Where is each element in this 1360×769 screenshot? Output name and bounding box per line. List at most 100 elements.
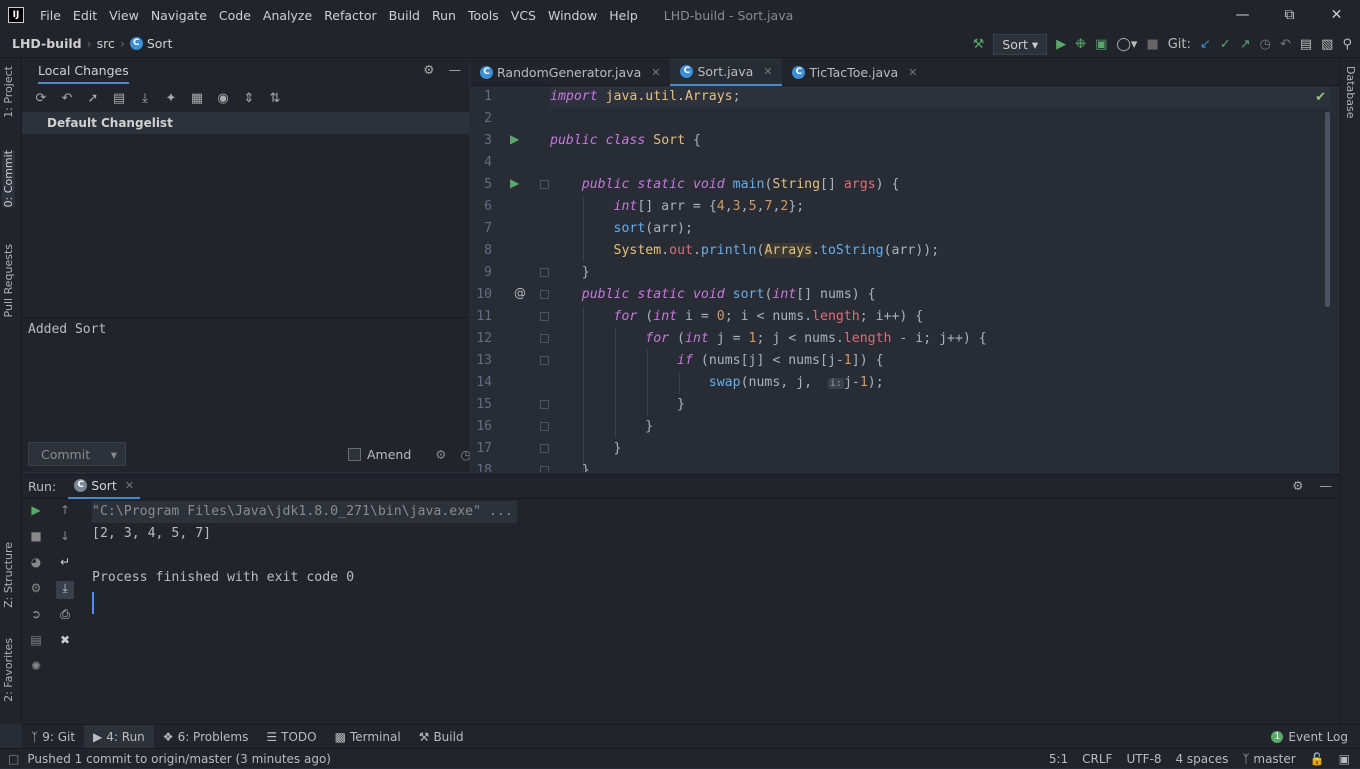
menu-code[interactable]: Code (213, 8, 257, 23)
rerun-icon[interactable]: ▶ (27, 503, 45, 521)
search-icon[interactable]: ⚲ (1342, 37, 1352, 52)
fold-icon[interactable] (540, 444, 549, 453)
rollback-icon[interactable]: ↶ (56, 91, 78, 106)
gear-icon[interactable]: ⚙ (435, 447, 446, 462)
tab-tictactoe[interactable]: C TicTacToe.java ✕ (782, 58, 927, 86)
code-editor[interactable]: 1 2 3 4 5 6 7 8 9 10 11 12 13 14 15 16 1… (470, 86, 1340, 472)
fold-icon[interactable] (540, 290, 549, 299)
structure-tool-tab[interactable]: Z: Structure (2, 542, 15, 608)
layout-icon[interactable]: ▤ (27, 633, 45, 651)
terminal-window-icon[interactable]: ▧ (1321, 37, 1333, 52)
stop-icon[interactable]: ■ (27, 529, 45, 547)
code-text[interactable]: import java.util.Arrays; public class So… (550, 86, 1330, 472)
pull-requests-tool-tab[interactable]: Pull Requests (2, 244, 15, 317)
git-commit-icon[interactable]: ✓ (1220, 37, 1231, 52)
git-update-icon[interactable]: ↙ (1200, 37, 1211, 52)
event-log-button[interactable]: 1 Event Log (1271, 725, 1348, 749)
history-icon[interactable]: ◷ (1260, 37, 1271, 52)
menu-help[interactable]: Help (603, 8, 644, 23)
hide-panel-icon[interactable]: — (1320, 478, 1333, 493)
debug-bug-icon[interactable]: ⚙ (27, 581, 45, 599)
close-tab-icon[interactable]: ✕ (125, 479, 134, 492)
build-hammer-icon[interactable]: ⚒ (973, 37, 985, 52)
run-class-gutter-icon[interactable]: ▶ (510, 132, 519, 146)
options-icon[interactable]: ✦ (160, 91, 182, 106)
favorites-tool-tab[interactable]: 2: Favorites (2, 638, 15, 702)
fold-icon[interactable] (540, 334, 549, 343)
caret-position[interactable]: 5:1 (1049, 752, 1068, 766)
refresh-icon[interactable]: ⟳ (30, 91, 52, 106)
menu-file[interactable]: File (34, 8, 67, 23)
profile-icon[interactable]: ◯▾ (1116, 37, 1137, 52)
close-icon[interactable]: ✕ (1313, 0, 1360, 30)
scroll-down-icon[interactable]: ↓ (56, 529, 74, 547)
gear-icon[interactable]: ⚙ (423, 62, 434, 77)
default-changelist[interactable]: Default Changelist (22, 112, 469, 134)
database-tool-tab[interactable]: Database (1344, 66, 1357, 119)
menu-refactor[interactable]: Refactor (318, 8, 382, 23)
stop-icon[interactable]: ■ (1146, 37, 1158, 52)
menu-vcs[interactable]: VCS (505, 8, 542, 23)
collapse-all-icon[interactable]: ⇅ (264, 91, 286, 106)
breadcrumb-folder[interactable]: src (97, 36, 115, 51)
coverage-icon[interactable]: ▣ (1095, 37, 1107, 52)
scroll-up-icon[interactable]: ↑ (56, 503, 74, 521)
run-tab-sort[interactable]: C Sort ✕ (68, 475, 141, 499)
menu-run[interactable]: Run (426, 8, 462, 23)
menu-analyze[interactable]: Analyze (257, 8, 318, 23)
fold-icon[interactable] (540, 268, 549, 277)
tab-randomgenerator[interactable]: C RandomGenerator.java ✕ (470, 58, 670, 86)
commit-button[interactable]: Commit ▾ (28, 442, 126, 466)
trash-icon[interactable]: ✖ (56, 633, 74, 651)
tab-run[interactable]: ▶ 4: Run (84, 724, 154, 749)
fold-icon[interactable] (540, 466, 549, 472)
project-tool-tab[interactable]: 1: Project (2, 66, 15, 118)
eye-icon[interactable]: ◉ (212, 91, 234, 106)
commit-tool-tab[interactable]: 0: Commit (2, 150, 15, 208)
breadcrumb-project[interactable]: LHD-build (12, 36, 82, 51)
file-encoding[interactable]: UTF-8 (1126, 752, 1161, 766)
menu-tools[interactable]: Tools (462, 8, 505, 23)
console-output[interactable]: "C:\Program Files\Java\jdk1.8.0_271\bin\… (92, 501, 517, 614)
amend-checkbox[interactable]: Amend ⚙ ◷ (348, 447, 471, 462)
exit-icon[interactable]: ➲ (27, 607, 45, 625)
move-changelist-icon[interactable]: ➚ (82, 91, 104, 106)
minimize-icon[interactable]: — (1219, 0, 1266, 30)
close-tab-icon[interactable]: ✕ (651, 66, 660, 79)
fold-icon[interactable] (540, 400, 549, 409)
close-tab-icon[interactable]: ✕ (763, 65, 772, 78)
expand-all-icon[interactable]: ⇕ (238, 91, 260, 106)
fold-icon[interactable] (540, 312, 549, 321)
soft-wrap-icon[interactable]: ↵ (56, 555, 74, 573)
checkbox-box[interactable] (348, 448, 361, 461)
fold-icon[interactable] (540, 422, 549, 431)
git-branch-widget[interactable]: ᛉ master (1242, 752, 1295, 766)
indent-setting[interactable]: 4 spaces (1175, 752, 1228, 766)
gear-icon[interactable]: ⚙ (1292, 478, 1303, 493)
hide-panel-icon[interactable]: — (449, 62, 462, 77)
status-message[interactable]: Pushed 1 commit to origin/master (3 minu… (27, 752, 331, 766)
tab-problems[interactable]: ❖ 6: Problems (154, 725, 258, 749)
git-push-icon[interactable]: ↗ (1240, 37, 1251, 52)
shelve-icon[interactable]: ⤓ (134, 91, 156, 106)
project-structure-icon[interactable]: ▤ (1300, 37, 1312, 52)
memory-icon[interactable]: ▣ (1339, 752, 1350, 766)
menu-edit[interactable]: Edit (67, 8, 103, 23)
group-by-icon[interactable]: ▦ (186, 91, 208, 106)
tab-todo[interactable]: ☰ TODO (257, 725, 325, 749)
lock-icon[interactable]: 🔓 (1310, 752, 1325, 766)
diff-icon[interactable]: ▤ (108, 91, 130, 106)
commit-message-field[interactable]: Added Sort (22, 317, 469, 435)
menu-window[interactable]: Window (542, 8, 603, 23)
fold-icon[interactable] (540, 356, 549, 365)
maximize-icon[interactable]: ⧉ (1266, 0, 1313, 30)
menu-build[interactable]: Build (383, 8, 426, 23)
tab-build[interactable]: ⚒ Build (410, 725, 473, 749)
fold-icon[interactable] (540, 180, 549, 189)
close-tab-icon[interactable]: ✕ (908, 66, 917, 79)
run-icon[interactable]: ▶ (1056, 37, 1066, 52)
chevron-down-icon[interactable]: ▾ (111, 447, 117, 462)
scroll-to-end-icon[interactable]: ⤓ (56, 581, 74, 599)
window-toggle-icon[interactable]: □ (8, 752, 19, 766)
tab-git[interactable]: ᛉ 9: Git (22, 725, 84, 749)
